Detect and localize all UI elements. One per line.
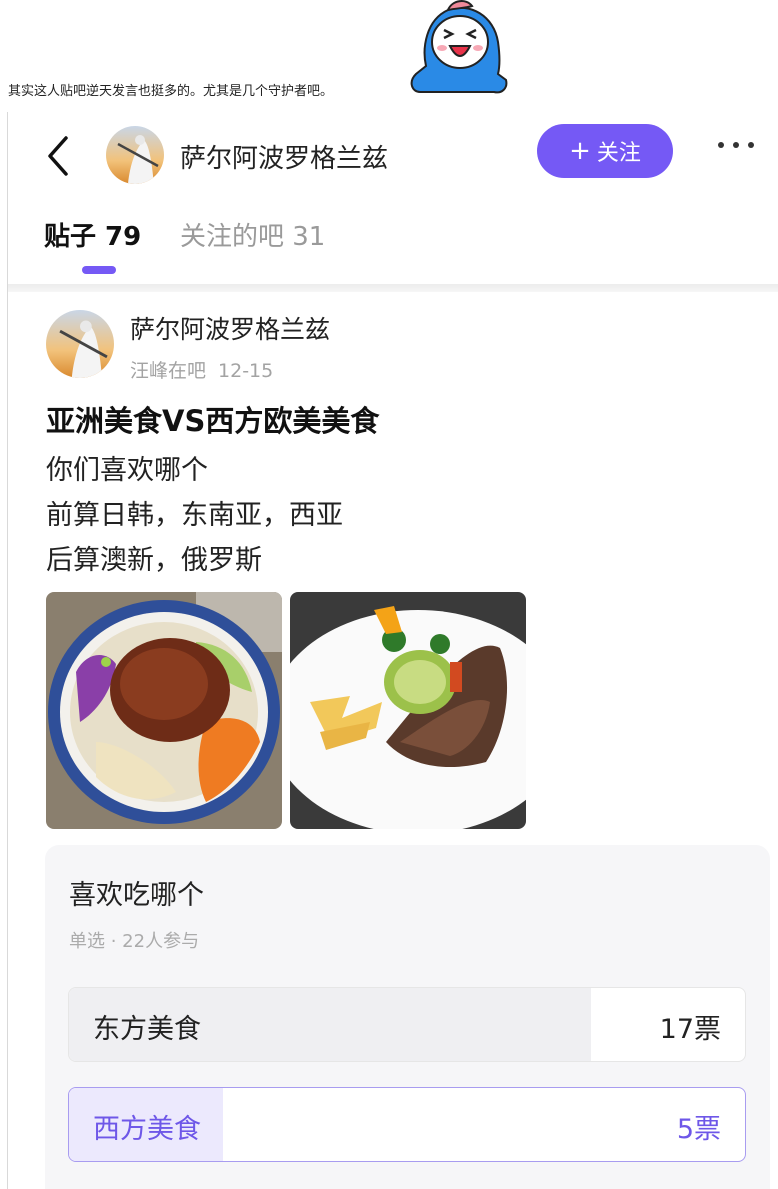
profile-username: 萨尔阿波罗格兰兹	[180, 144, 389, 174]
post-body-line: 前算日韩，东南亚，西亚	[46, 500, 343, 531]
post-body-line: 后算澳新，俄罗斯	[46, 545, 262, 576]
post-author-name[interactable]: 萨尔阿波罗格兰兹	[130, 310, 330, 346]
poll-option-label: 东方美食	[93, 1014, 201, 1045]
profile-tabs: 贴子 79 关注的吧 31	[8, 212, 778, 282]
post-author-avatar[interactable]	[46, 310, 114, 378]
phone-screenshot: 萨尔阿波罗格兰兹 + 关注 贴子 79 关注的吧 31 萨尔阿波罗格兰兹 汪峰在…	[7, 112, 778, 1189]
post-title: 亚洲美食VS西方欧美美食	[46, 404, 380, 438]
post-image-noodles[interactable]	[46, 592, 282, 829]
tab-followed-bars[interactable]: 关注的吧 31	[180, 216, 325, 253]
avatar[interactable]	[106, 126, 164, 184]
tab-posts[interactable]: 贴子 79	[44, 216, 141, 253]
more-dots-icon[interactable]	[718, 142, 754, 148]
section-divider	[8, 284, 778, 292]
post-meta: 汪峰在吧 12-15	[130, 356, 273, 383]
post-date: 12-15	[218, 360, 274, 382]
plus-icon: +	[569, 136, 591, 166]
poll-subtitle: 单选 · 22人参与	[69, 931, 200, 952]
post-card[interactable]: 萨尔阿波罗格兰兹 汪峰在吧 12-15 亚洲美食VS西方欧美美食 你们喜欢哪个 前…	[8, 292, 778, 1189]
follow-label: 关注	[596, 141, 641, 166]
intro-text: 其实这人贴吧逆天发言也挺多的。尤其是几个守护者吧。	[8, 84, 334, 99]
chevron-left-icon[interactable]	[44, 134, 74, 178]
post-body-line: 你们喜欢哪个	[46, 455, 208, 486]
profile-topbar: 萨尔阿波罗格兰兹 + 关注	[8, 112, 778, 207]
poll-title: 喜欢吃哪个	[69, 880, 204, 911]
follow-button[interactable]: + 关注	[537, 124, 673, 178]
poll-card: 喜欢吃哪个 单选 · 22人参与 东方美食 17票 西方美食 5票	[45, 845, 770, 1189]
poll-option-votes: 5票	[676, 1114, 721, 1145]
poll-option[interactable]: 东方美食 17票	[68, 987, 746, 1062]
poll-option-votes: 17票	[659, 1014, 721, 1045]
post-image-steak[interactable]	[290, 592, 526, 829]
post-forum[interactable]: 汪峰在吧	[130, 360, 206, 382]
active-tab-indicator	[82, 266, 116, 274]
poll-option-selected[interactable]: 西方美食 5票	[68, 1087, 746, 1162]
poll-option-label: 西方美食	[93, 1114, 201, 1145]
cartoon-sticker	[410, 0, 508, 94]
